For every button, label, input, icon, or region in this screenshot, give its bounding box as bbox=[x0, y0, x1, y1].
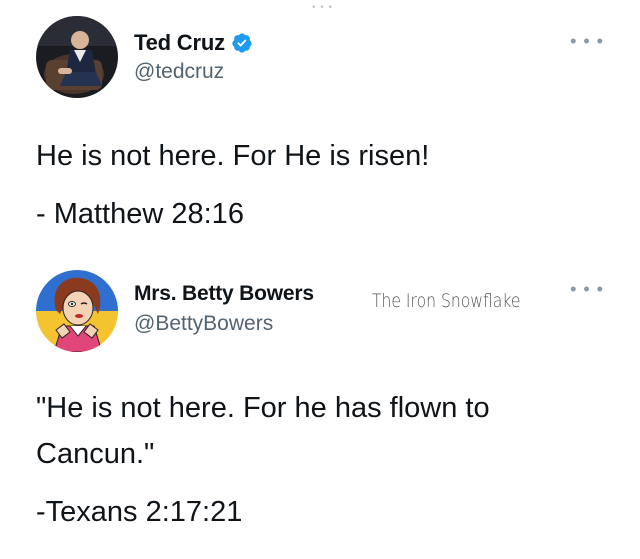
author-handle[interactable]: @BettyBowers bbox=[134, 312, 273, 336]
cartoon-woman-avatar-icon bbox=[36, 270, 118, 352]
more-options-icon[interactable]: • • • bbox=[570, 280, 604, 298]
tweet-text-line: He is not here. For He is risen! bbox=[36, 140, 430, 172]
author-handle[interactable]: @tedcruz bbox=[134, 60, 224, 84]
tweet-text-line: "He is not here. For he has flown to bbox=[36, 392, 490, 424]
watermark-text: The Iron Snowflake bbox=[372, 290, 521, 312]
tweet-text-line: -Texans 2:17:21 bbox=[36, 496, 243, 528]
author-name[interactable]: Ted Cruz bbox=[134, 30, 225, 56]
tweet-text-line: Cancun." bbox=[36, 438, 155, 470]
verified-badge-icon bbox=[232, 33, 252, 53]
tweet-card[interactable]: Mrs. Betty Bowers @BettyBowers The Iron … bbox=[0, 260, 640, 559]
author-name[interactable]: Mrs. Betty Bowers bbox=[134, 282, 314, 306]
tweet-card[interactable]: Ted Cruz @tedcruz • • • He is not here. … bbox=[0, 0, 640, 260]
avatar[interactable] bbox=[36, 16, 118, 98]
more-options-icon[interactable]: • • • bbox=[570, 32, 604, 50]
person-in-chair-avatar-icon bbox=[36, 16, 118, 98]
avatar[interactable] bbox=[36, 270, 118, 352]
tweet-text-line: - Matthew 28:16 bbox=[36, 198, 244, 230]
author-name-row[interactable]: Ted Cruz bbox=[134, 30, 253, 56]
author-name-row[interactable]: Mrs. Betty Bowers bbox=[134, 282, 314, 306]
